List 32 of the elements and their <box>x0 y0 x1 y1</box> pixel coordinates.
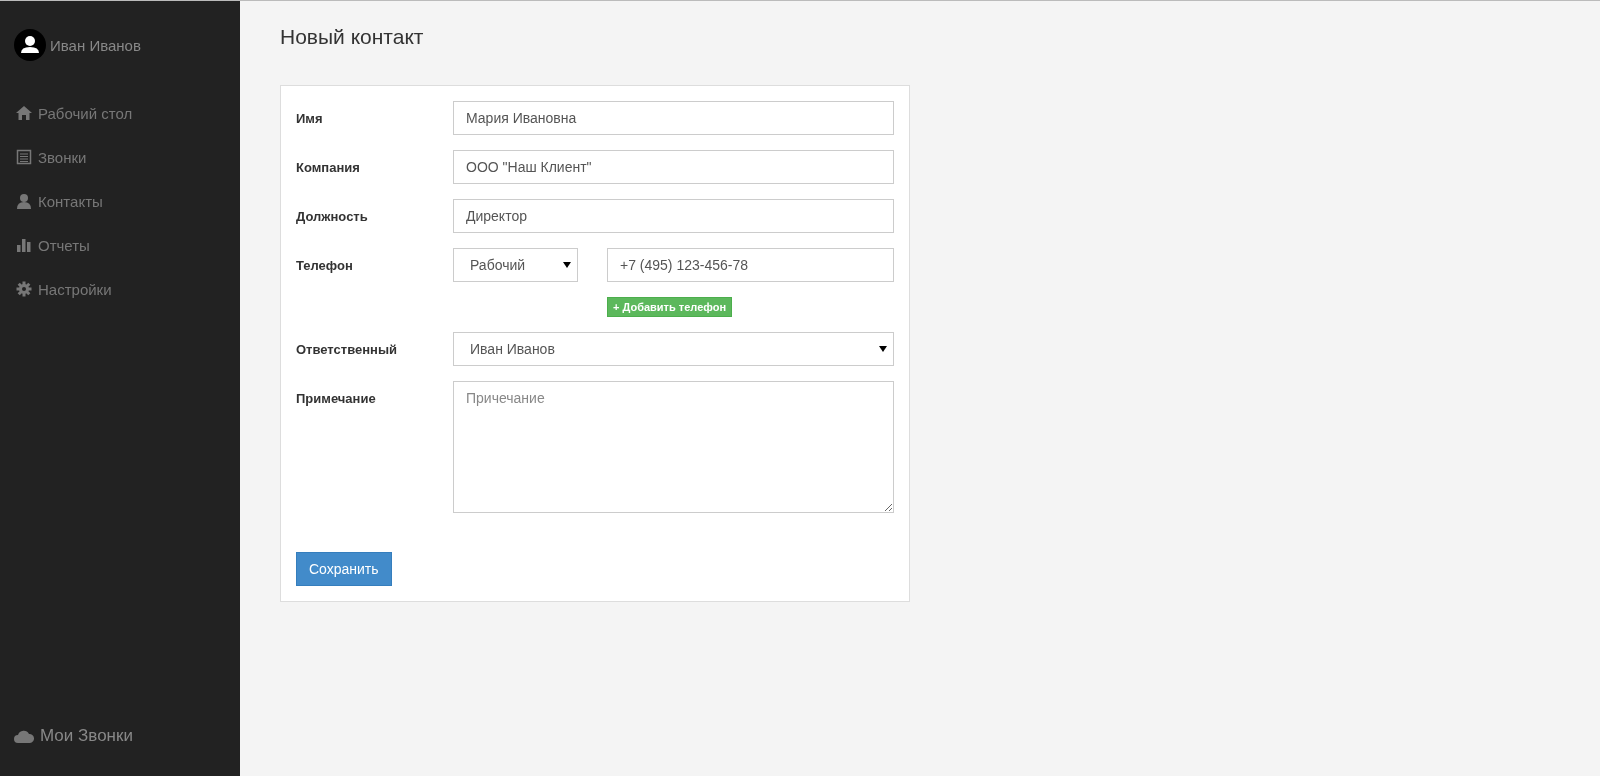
user-name[interactable]: Иван Иванов <box>50 36 141 54</box>
phone-field[interactable]: +7 (495) 123-456-78 <box>607 248 894 282</box>
field-label: Компания <box>296 159 361 177</box>
bar-chart-icon <box>16 237 32 253</box>
nav-item[interactable]: Звонки <box>14 135 240 179</box>
responsible-select[interactable]: Иван Иванов <box>453 332 894 366</box>
field-label: Имя <box>296 110 324 128</box>
page-title: Новый контакт <box>280 25 425 49</box>
nav-item[interactable]: Контакты <box>14 179 240 223</box>
settings-icon <box>16 281 32 297</box>
field-label: Примечание <box>296 390 377 408</box>
person-icon <box>16 193 32 209</box>
add-phone-button[interactable]: + Добавить телефон <box>607 297 733 317</box>
home-icon <box>16 105 32 121</box>
note-field[interactable]: Причечание <box>453 381 894 513</box>
nav-item[interactable]: Отчеты <box>14 223 240 267</box>
field-label: Телефон <box>296 257 354 275</box>
save-button[interactable]: Сохранить <box>296 552 392 586</box>
app-name: Мои Звонки <box>40 726 133 746</box>
cloud-icon <box>14 729 34 743</box>
caret-icon <box>879 346 887 352</box>
nav-item[interactable]: Рабочий стол <box>14 91 240 135</box>
list-icon <box>16 149 32 165</box>
text-field[interactable]: ООО "Наш Клиент" <box>453 150 894 184</box>
nav-item[interactable]: Настройки <box>14 267 240 311</box>
text-field[interactable]: Директор <box>453 199 894 233</box>
user-avatar-icon <box>14 29 46 61</box>
phone-type-select[interactable]: Рабочий <box>453 248 578 282</box>
text-field[interactable]: Мария Ивановна <box>453 101 894 135</box>
field-label: Ответственный <box>296 341 398 359</box>
field-label: Должность <box>296 208 369 226</box>
caret-icon <box>563 262 571 268</box>
